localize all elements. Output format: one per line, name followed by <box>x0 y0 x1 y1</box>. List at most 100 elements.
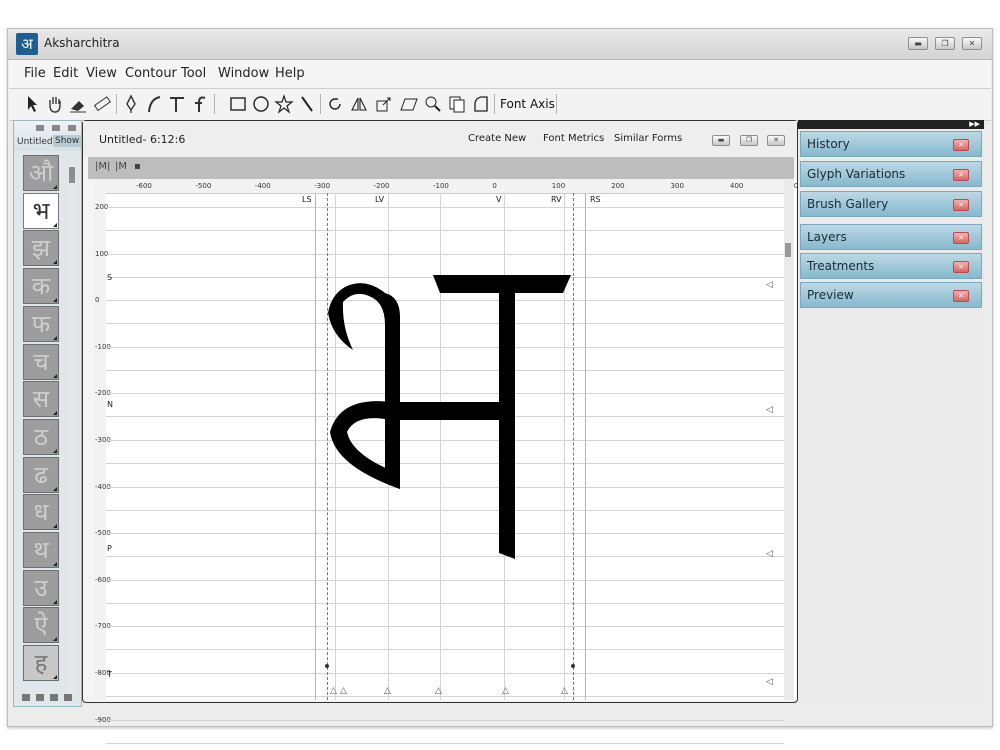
scale-icon[interactable] <box>374 93 394 115</box>
glyph-thumbnail[interactable]: झ <box>23 230 59 267</box>
scrollbar-thumb[interactable] <box>69 167 75 183</box>
menu-view[interactable]: View <box>86 66 117 81</box>
glyph-thumbnail[interactable]: उ <box>23 569 59 606</box>
guide-marker-icon[interactable]: ◁ <box>766 549 773 559</box>
t-stroke-icon[interactable] <box>167 93 187 115</box>
minimize-icon[interactable]: ▬ <box>712 135 730 146</box>
panel-tab[interactable]: Brush Gallery ✕ <box>800 191 982 217</box>
glyph-menu-icon[interactable] <box>53 448 57 453</box>
panel-tab[interactable]: Glyph Variations ✕ <box>800 161 982 187</box>
panel-tab[interactable]: History ✕ <box>800 131 982 157</box>
show-toggle[interactable]: Show <box>53 135 82 147</box>
glyph-thumbnail[interactable]: ढ <box>23 456 59 493</box>
glyph-menu-icon[interactable] <box>53 260 57 265</box>
glyph-thumbnail[interactable]: औ <box>23 155 59 191</box>
metrics-toggle-icon[interactable]: |M| <box>95 161 110 172</box>
panel-expand-icon[interactable]: ▶▶ <box>798 120 984 129</box>
menu-help[interactable]: Help <box>275 66 305 81</box>
panel-tab[interactable]: Preview ✕ <box>800 282 982 308</box>
glyph-thumbnail[interactable]: च <box>23 343 59 380</box>
panel-tab[interactable]: Layers ✕ <box>800 224 982 250</box>
menu-tool[interactable]: Tool <box>181 66 206 81</box>
glyph-menu-icon[interactable] <box>53 562 57 566</box>
similar-forms-link[interactable]: Similar Forms <box>614 133 682 144</box>
guide-handle-icon[interactable]: △ <box>435 686 442 696</box>
font-metrics-link[interactable]: Font Metrics <box>543 133 604 144</box>
glyph-menu-icon[interactable] <box>53 335 57 340</box>
glyph-menu-icon[interactable] <box>53 599 57 604</box>
close-icon[interactable]: ✕ <box>953 261 969 273</box>
panel-tab[interactable]: Treatments ✕ <box>800 253 982 279</box>
glyph-thumbnail[interactable]: ठ <box>23 418 59 455</box>
glyph-thumbnail[interactable]: ध <box>23 494 59 531</box>
glyph-menu-icon[interactable] <box>53 411 57 416</box>
metrics-half-icon[interactable]: |M <box>115 161 127 172</box>
guide-marker-icon[interactable]: ◁ <box>766 280 773 290</box>
pen-icon[interactable] <box>121 93 141 115</box>
star-icon[interactable] <box>274 93 294 115</box>
scrollbar-thumb[interactable] <box>785 243 791 257</box>
glyph-thumbnail[interactable]: ह <box>23 645 59 682</box>
fill-toggle-icon[interactable]: ▪ <box>134 161 141 172</box>
glyph-menu-icon[interactable] <box>53 675 57 680</box>
rotate-icon[interactable] <box>325 93 345 115</box>
add-glyph-icon[interactable] <box>50 694 58 701</box>
grid-view-icon[interactable] <box>22 694 30 701</box>
close-icon[interactable]: ✕ <box>953 290 969 302</box>
restore-icon[interactable]: ❐ <box>935 37 955 50</box>
zoom-icon[interactable] <box>423 93 443 115</box>
glyph-menu-icon[interactable] <box>53 486 57 491</box>
restore-icon[interactable] <box>52 125 60 131</box>
guide-handle-icon[interactable]: △ <box>384 686 391 696</box>
glyph-menu-icon[interactable] <box>53 185 57 189</box>
shape-icon[interactable] <box>471 93 491 115</box>
close-icon[interactable]: ✕ <box>953 139 969 151</box>
close-icon[interactable]: ✕ <box>767 135 785 146</box>
close-icon[interactable] <box>68 125 76 131</box>
menu-file[interactable]: File <box>24 66 46 81</box>
copy-icon[interactable] <box>447 93 467 115</box>
canvas-scrollbar[interactable] <box>784 180 794 700</box>
font-axis-button[interactable]: Font Axis <box>500 97 555 111</box>
glyph-thumbnail[interactable]: क <box>23 268 59 305</box>
guide-handle-icon[interactable]: △ <box>340 686 347 696</box>
glyph-menu-icon[interactable] <box>53 373 57 378</box>
glyph-thumbnail[interactable]: फ <box>23 305 59 342</box>
menu-edit[interactable]: Edit <box>53 66 78 81</box>
glyph-thumbnail[interactable]: भ <box>23 192 59 229</box>
glyph-thumbnail[interactable]: थ <box>23 532 59 568</box>
mirror-icon[interactable] <box>349 93 369 115</box>
close-icon[interactable]: ✕ <box>962 37 982 50</box>
delete-glyph-icon[interactable] <box>64 694 72 701</box>
menu-window[interactable]: Window <box>218 66 269 81</box>
glyph-thumbnail[interactable]: ऐ <box>23 607 59 644</box>
glyph-list-scrollbar[interactable] <box>69 163 75 698</box>
hand-icon[interactable] <box>45 93 65 115</box>
rectangle-icon[interactable] <box>228 93 248 115</box>
list-view-icon[interactable] <box>36 694 44 701</box>
glyph-menu-icon[interactable] <box>53 524 57 529</box>
skew-icon[interactable] <box>399 93 419 115</box>
guide-marker-icon[interactable]: ◁ <box>766 405 773 415</box>
guide-handle-icon[interactable]: △ <box>561 686 568 696</box>
minimize-icon[interactable]: ▬ <box>908 37 928 50</box>
guide-handle-icon[interactable]: △ <box>330 686 337 696</box>
close-icon[interactable]: ✕ <box>953 199 969 211</box>
pointer-icon[interactable] <box>22 93 42 115</box>
glyph-canvas[interactable]: -600 -500 -400 -300 -200 -100 0 100 200 300 400 500… <box>94 180 803 744</box>
guide-handle-icon[interactable]: △ <box>502 686 509 696</box>
close-icon[interactable]: ✕ <box>953 169 969 181</box>
ellipse-icon[interactable] <box>251 93 271 115</box>
restore-icon[interactable]: ❐ <box>740 135 758 146</box>
glyph-menu-icon[interactable] <box>53 637 57 642</box>
curve-icon[interactable] <box>144 93 164 115</box>
menu-contour[interactable]: Contour <box>125 66 177 81</box>
create-new-link[interactable]: Create New <box>468 133 526 144</box>
line-icon[interactable] <box>297 93 317 115</box>
glyph-outline[interactable] <box>94 180 784 700</box>
glyph-menu-icon[interactable] <box>53 222 57 227</box>
f-stroke-icon[interactable] <box>190 93 210 115</box>
glyph-menu-icon[interactable] <box>53 298 57 303</box>
ruler-icon[interactable] <box>92 93 112 115</box>
glyph-thumbnail[interactable]: स <box>23 381 59 418</box>
